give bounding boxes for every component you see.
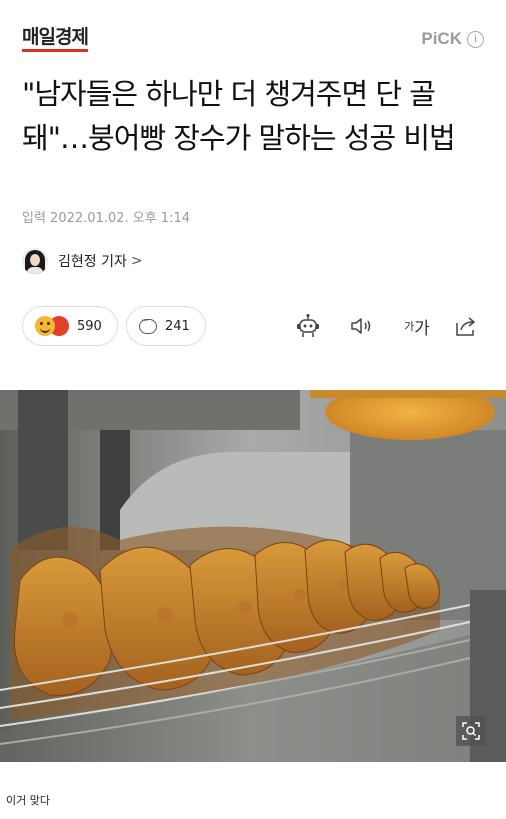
header: 매일경제 PiCK i <box>22 26 484 56</box>
action-bar: 590 241 가가 <box>22 306 486 350</box>
post-caption: 이거 맞다 <box>6 794 50 807</box>
article-title: "남자들은 하나만 더 챙겨주면 단 골돼"…붕어빵 장수가 말하는 성공 비법 <box>22 77 456 155</box>
text-size-small-label: 가 <box>404 320 415 333</box>
reactions-button[interactable]: 590 <box>22 306 118 346</box>
comments-count: 241 <box>165 318 190 334</box>
zoom-icon[interactable] <box>456 716 486 746</box>
article-photo[interactable] <box>0 390 506 762</box>
comment-bubble-icon <box>139 316 157 334</box>
avatar <box>22 248 48 274</box>
comments-button[interactable]: 241 <box>126 306 206 346</box>
chevron-right-icon: > <box>130 253 143 269</box>
reporter-link[interactable]: 김현정 기자 > <box>22 246 143 276</box>
reactions-count: 590 <box>77 318 102 334</box>
smile-emoji-icon <box>35 316 55 336</box>
reporter-name: 김현정 기자 <box>58 254 127 270</box>
bungeoppang-photo <box>0 390 506 762</box>
pick-badge[interactable]: PiCK i <box>421 29 484 49</box>
text-size-large-label: 가 <box>414 318 430 339</box>
text-size-icon[interactable]: 가가 <box>400 312 434 340</box>
publish-date: 입력 2022.01.02. 오후 1:14 <box>22 211 190 226</box>
info-icon[interactable]: i <box>467 30 484 48</box>
speaker-icon[interactable] <box>348 312 376 340</box>
share-icon[interactable] <box>452 312 480 340</box>
robot-summary-icon[interactable] <box>294 312 322 340</box>
pick-label: PiCK <box>421 29 462 48</box>
press-logo[interactable]: 매일경제 <box>22 26 89 52</box>
